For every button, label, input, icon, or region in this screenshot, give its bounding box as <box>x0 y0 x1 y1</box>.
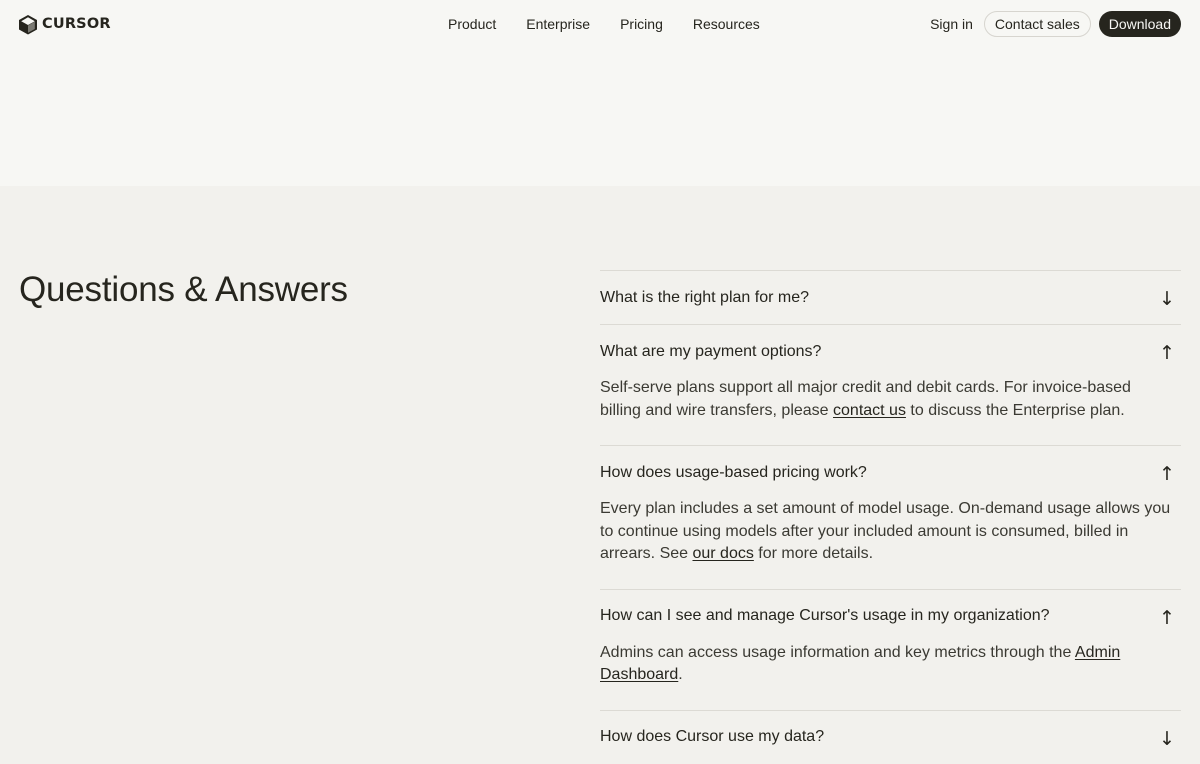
faq-answer-text: for more details. <box>753 545 874 562</box>
download-button[interactable]: Download <box>1098 11 1181 37</box>
faq-section-title: Questions & Answers <box>19 270 348 309</box>
arrow-up-icon: ↑ <box>1159 606 1175 629</box>
faq-item: How can I see and manage Cursor's usage … <box>600 588 1181 710</box>
nav-link-resources[interactable]: Resources <box>693 16 760 33</box>
faq-answer: Self-serve plans support all major credi… <box>600 377 1181 445</box>
faq-item: What is the right plan for me? ↓ <box>600 270 1181 324</box>
faq-question-text: How does Cursor use my data? <box>600 728 825 745</box>
brand-name: CURSOR <box>42 16 111 32</box>
faq-question-text: How does usage-based pricing work? <box>600 463 867 481</box>
docs-link[interactable]: our docs <box>692 545 753 562</box>
top-navigation: CURSOR Product Enterprise Pricing Resour… <box>0 0 1200 48</box>
sign-in-link[interactable]: Sign in <box>930 16 973 32</box>
faq-question-toggle[interactable]: What are my payment options? ↑ <box>600 325 1181 378</box>
faq-item: How does usage-based pricing work? ↑ Eve… <box>600 445 1181 589</box>
faq-question-text: What are my payment options? <box>600 342 822 360</box>
cube-logo-icon <box>19 14 37 34</box>
faq-question-text: What is the right plan for me? <box>600 288 809 306</box>
nav-actions: Sign in Contact sales Download <box>930 11 1181 37</box>
cursor-logo[interactable]: CURSOR <box>18 13 111 35</box>
faq-question-toggle[interactable]: How can I see and manage Cursor's usage … <box>600 590 1181 643</box>
faq-answer-text: to discuss the Enterprise plan. <box>905 401 1125 419</box>
arrow-down-icon: ↓ <box>1159 727 1175 750</box>
nav-link-product[interactable]: Product <box>448 16 496 33</box>
faq-item: What are my payment options? ↑ Self-serv… <box>600 324 1181 445</box>
faq-answer: Every plan includes a set amount of mode… <box>600 498 1181 589</box>
faq-answer-text: . <box>678 666 683 683</box>
faq-answer: Admins can access usage information and … <box>600 642 1181 710</box>
nav-link-pricing[interactable]: Pricing <box>620 16 663 33</box>
faq-answer-text: Every plan includes a set amount of mode… <box>600 500 1171 562</box>
contact-sales-button[interactable]: Contact sales <box>983 11 1091 37</box>
faq-question-toggle[interactable]: How does usage-based pricing work? ↑ <box>600 446 1181 499</box>
arrow-down-icon: ↓ <box>1159 288 1175 310</box>
faq-question-toggle[interactable]: What is the right plan for me? ↓ <box>600 271 1181 324</box>
nav-link-enterprise[interactable]: Enterprise <box>526 16 590 33</box>
main-nav: Product Enterprise Pricing Resources <box>448 16 760 33</box>
faq-list: What is the right plan for me? ↓ What ar… <box>600 270 1181 764</box>
contact-us-link[interactable]: contact us <box>833 402 906 419</box>
arrow-up-icon: ↑ <box>1159 342 1175 364</box>
faq-answer-text: Admins can access usage information and … <box>600 643 1075 661</box>
faq-question-toggle[interactable]: How does Cursor use my data? ↓ <box>600 711 1181 764</box>
faq-question-text: How can I see and manage Cursor's usage … <box>600 607 1050 624</box>
faq-item: How does Cursor use my data? ↓ <box>600 709 1181 764</box>
arrow-up-icon: ↑ <box>1159 463 1175 485</box>
